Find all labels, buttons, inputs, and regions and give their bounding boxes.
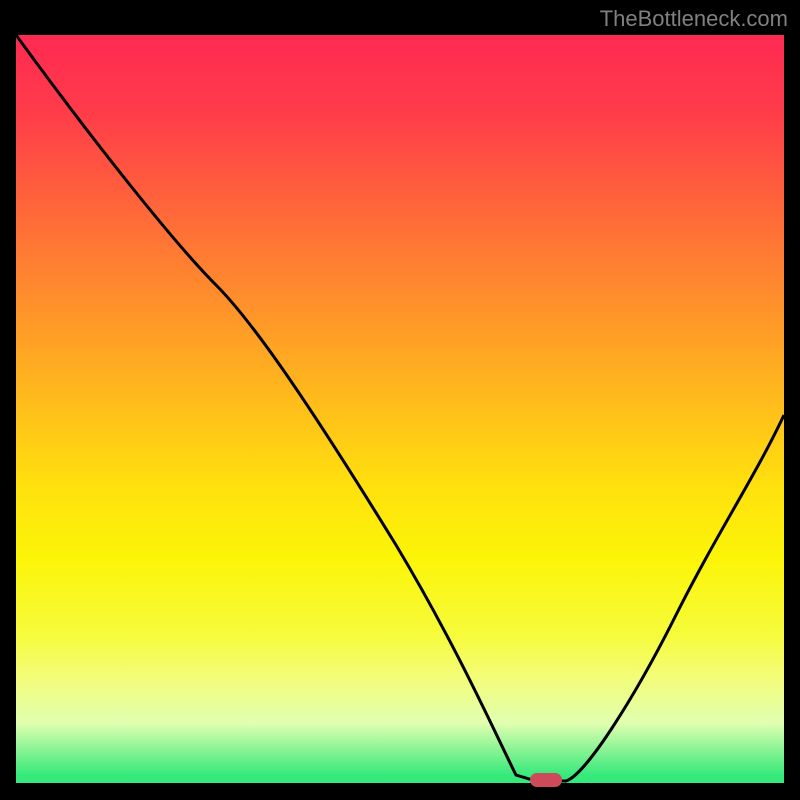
optimal-point-marker xyxy=(530,773,562,787)
curve-path xyxy=(16,35,784,781)
chart-container: TheBottleneck.com xyxy=(0,0,800,800)
watermark-text: TheBottleneck.com xyxy=(600,6,788,32)
bottleneck-curve xyxy=(16,35,784,783)
